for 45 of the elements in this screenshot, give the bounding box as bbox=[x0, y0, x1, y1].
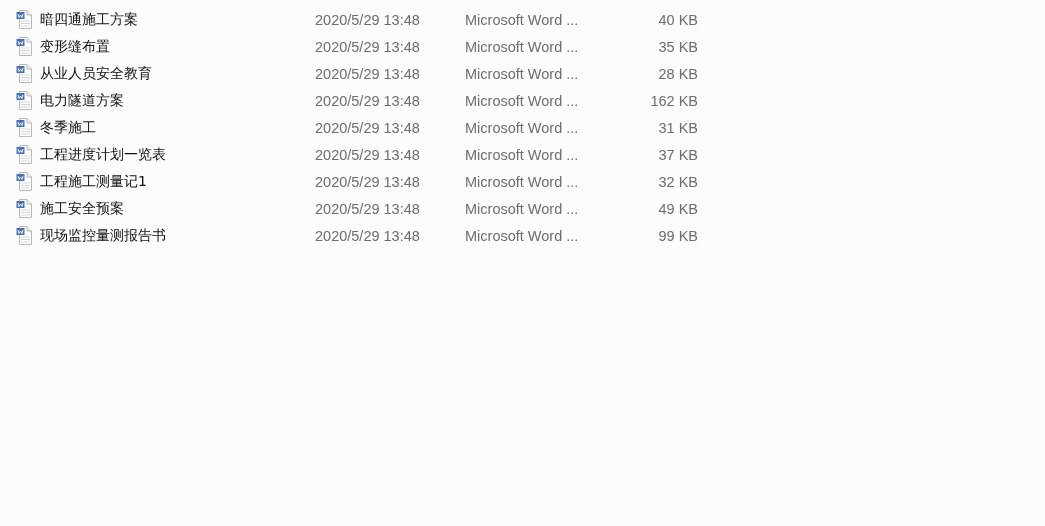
date-modified: 2020/5/29 13:48 bbox=[315, 38, 421, 55]
file-name[interactable]: 现场监控量测报告书 bbox=[40, 226, 315, 245]
file-size: 28 KB bbox=[657, 65, 698, 82]
date-modified: 2020/5/29 13:48 bbox=[315, 200, 421, 217]
word-document-icon bbox=[16, 172, 32, 191]
word-document-icon bbox=[16, 91, 32, 110]
file-type: Microsoft Word ... bbox=[465, 65, 580, 82]
file-size: 99 KB bbox=[657, 227, 698, 244]
file-type: Microsoft Word ... bbox=[465, 119, 580, 136]
word-document-icon bbox=[16, 145, 32, 164]
file-type: Microsoft Word ... bbox=[465, 11, 580, 28]
file-type: Microsoft Word ... bbox=[465, 173, 580, 190]
word-document-icon bbox=[16, 118, 32, 137]
file-name[interactable]: 冬季施工 bbox=[40, 118, 315, 137]
date-modified: 2020/5/29 13:48 bbox=[315, 227, 421, 244]
date-modified: 2020/5/29 13:48 bbox=[315, 92, 421, 109]
file-size: 37 KB bbox=[657, 146, 698, 163]
file-name[interactable]: 工程施工测量记1 bbox=[40, 172, 315, 191]
date-modified: 2020/5/29 13:48 bbox=[315, 65, 421, 82]
file-name[interactable]: 工程进度计划一览表 bbox=[40, 145, 315, 164]
file-type: Microsoft Word ... bbox=[465, 227, 580, 244]
file-name[interactable]: 从业人员安全教育 bbox=[40, 64, 315, 83]
file-size: 49 KB bbox=[657, 200, 698, 217]
file-size: 35 KB bbox=[657, 38, 698, 55]
file-type: Microsoft Word ... bbox=[465, 38, 580, 55]
word-document-icon bbox=[16, 199, 32, 218]
file-size: 31 KB bbox=[657, 119, 698, 136]
word-document-icon bbox=[16, 226, 32, 245]
date-modified: 2020/5/29 13:48 bbox=[315, 119, 421, 136]
file-size: 162 KB bbox=[649, 92, 698, 109]
file-type: Microsoft Word ... bbox=[465, 200, 580, 217]
date-modified: 2020/5/29 13:48 bbox=[315, 11, 421, 28]
file-size: 40 KB bbox=[657, 11, 698, 28]
file-name[interactable]: 施工安全预案 bbox=[40, 199, 315, 218]
file-name[interactable]: 电力隧道方案 bbox=[40, 91, 315, 110]
word-document-icon bbox=[16, 64, 32, 83]
word-document-icon bbox=[16, 37, 32, 56]
file-size: 32 KB bbox=[657, 173, 698, 190]
date-modified: 2020/5/29 13:48 bbox=[315, 146, 421, 163]
file-name[interactable]: 变形缝布置 bbox=[40, 37, 315, 56]
date-modified: 2020/5/29 13:48 bbox=[315, 173, 421, 190]
file-name[interactable]: 暗四通施工方案 bbox=[40, 10, 315, 29]
file-type: Microsoft Word ... bbox=[465, 146, 580, 163]
file-type: Microsoft Word ... bbox=[465, 92, 580, 109]
word-document-icon bbox=[16, 10, 32, 29]
